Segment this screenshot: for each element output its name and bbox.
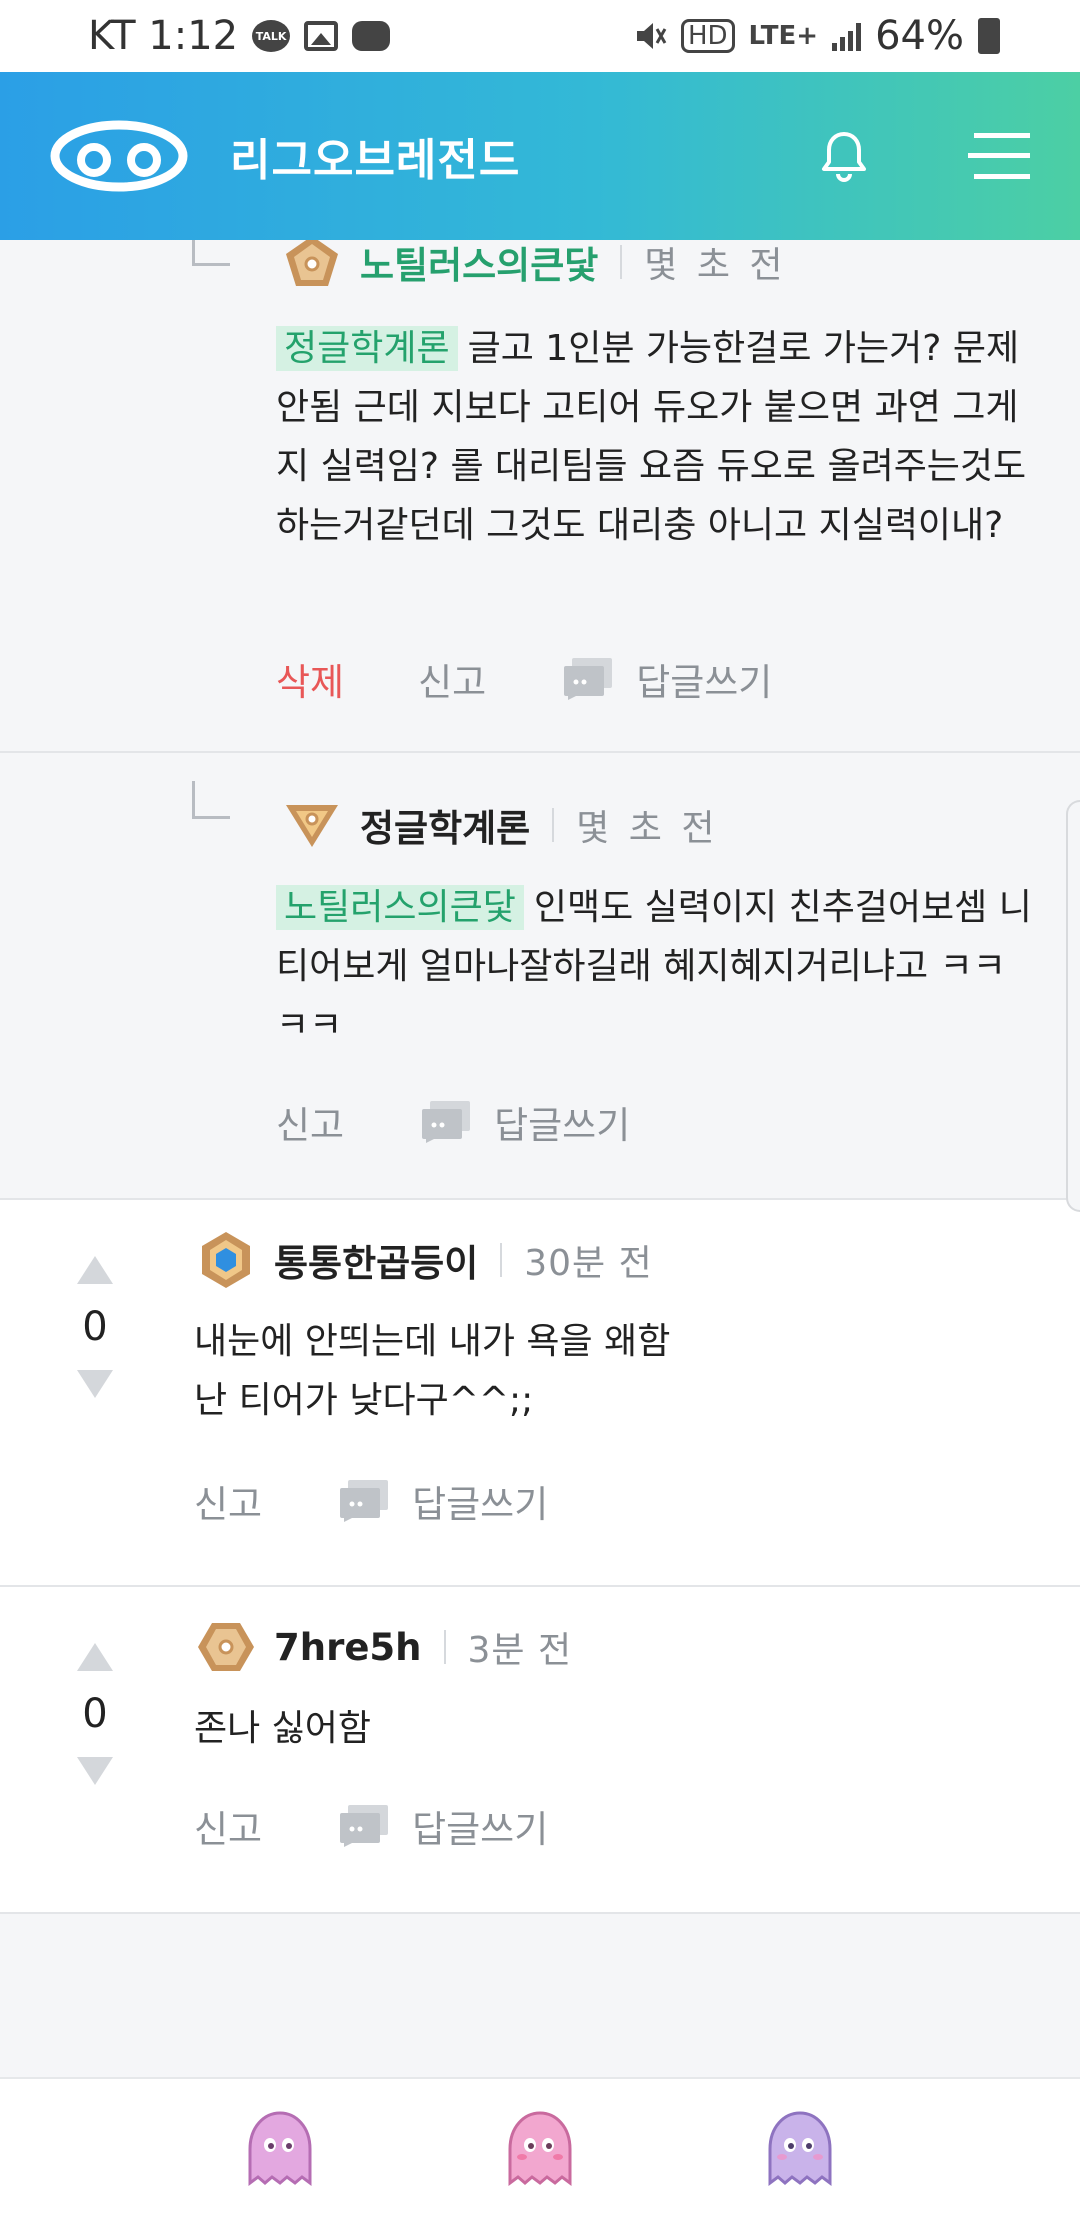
ghost-icon — [248, 2110, 312, 2186]
lte-icon: LTE+ — [748, 21, 819, 51]
comment-time: 몇 초 전 — [576, 808, 719, 849]
divider — [443, 1630, 446, 1664]
bottom-navigation — [0, 2077, 1080, 2220]
write-reply-label: 답글쓰기 — [494, 1104, 631, 1147]
bell-icon — [822, 132, 866, 182]
battery-percent: 64% — [875, 13, 964, 59]
upvote-button[interactable] — [77, 1256, 113, 1284]
write-reply-label: 답글쓰기 — [636, 661, 773, 704]
vote-count: 0 — [82, 1691, 108, 1737]
reply-item: 노틸러스의큰닻 몇 초 전 정글학계론 글고 1인분 가능한걸로 가는거? 문제안… — [0, 240, 1080, 753]
upvote-button[interactable] — [77, 1643, 113, 1671]
downvote-button[interactable] — [77, 1757, 113, 1785]
reply-bubble-icon — [564, 658, 613, 700]
comment-author[interactable]: 노틸러스의큰닻 — [360, 240, 598, 289]
battery-icon — [978, 18, 1000, 54]
vote-count: 0 — [82, 1304, 108, 1350]
carrier-time: KT 1:12 — [88, 13, 239, 59]
comment-body: 정글학계론 글고 1인분 가능한걸로 가는거? 문제안됨 근데 지보다 고티어 듀… — [276, 319, 1046, 555]
game-notification-icon — [352, 21, 391, 51]
report-button[interactable]: 신고 — [418, 652, 486, 706]
divider — [620, 245, 623, 279]
mention-tag[interactable]: 노틸러스의큰닻 — [276, 885, 524, 930]
comment-author[interactable]: 통통한곱등이 — [274, 1233, 478, 1287]
comment-item: 0 7hre5h 3분 전 존나 싫어함 신고 답글쓰기 — [0, 1587, 1080, 1914]
comment-author[interactable]: 정글학계론 — [360, 798, 530, 852]
comment-time: 몇 초 전 — [644, 245, 787, 286]
tier-badge-icon — [286, 240, 338, 286]
write-reply-button[interactable]: 답글쓰기 — [422, 1095, 630, 1149]
comment-author[interactable]: 7hre5h — [274, 1626, 422, 1669]
write-reply-button[interactable]: 답글쓰기 — [340, 1474, 548, 1528]
app-header: 리그오브레전드 — [0, 72, 1080, 240]
comment-list: 노틸러스의큰닻 몇 초 전 정글학계론 글고 1인분 가능한걸로 가는거? 문제안… — [0, 240, 1080, 2077]
divider — [552, 808, 555, 842]
status-bar: KT 1:12 TALK HD LTE+ 64% — [0, 0, 1080, 72]
reply-indicator — [192, 240, 230, 266]
comment-text-line: 내눈에 안띄는데 내가 욕을 왜함 — [194, 1321, 671, 1362]
reply-item: 정글학계론 몇 초 전 노틸러스의큰닻 인맥도 실력이지 친추걸어보셈 니티어보게… — [0, 753, 1080, 1200]
ghost-icon — [768, 2110, 832, 2186]
vote-widget: 0 — [70, 1256, 120, 1398]
reply-indicator — [192, 781, 230, 819]
scroll-handle[interactable] — [1066, 800, 1080, 1212]
nav-ghost-button-2[interactable] — [504, 2109, 576, 2191]
comment-item: 0 통통한곱등이 30분 전 내눈에 안띄는데 내가 욕을 왜함 난 티어가 낮… — [0, 1200, 1080, 1587]
report-button[interactable]: 신고 — [276, 1095, 344, 1149]
tier-badge-icon — [202, 1232, 250, 1288]
mention-tag[interactable]: 정글학계론 — [276, 326, 458, 371]
reply-bubble-icon — [422, 1101, 471, 1143]
menu-button[interactable] — [968, 129, 1030, 183]
comment-time: 3분 전 — [467, 1630, 573, 1671]
ghost-icon — [508, 2110, 572, 2186]
write-reply-label: 답글쓰기 — [412, 1483, 549, 1526]
write-reply-button[interactable]: 답글쓰기 — [564, 652, 772, 706]
write-reply-label: 답글쓰기 — [412, 1808, 549, 1851]
reply-bubble-icon — [340, 1805, 389, 1847]
logo-icon — [50, 120, 188, 192]
tier-badge-icon — [286, 805, 338, 847]
report-button[interactable]: 신고 — [194, 1799, 262, 1853]
comment-text-line: 존나 싫어함 — [194, 1708, 372, 1749]
tier-badge-icon — [198, 1623, 254, 1671]
comment-body: 존나 싫어함 — [194, 1699, 994, 1758]
nav-ghost-button-3[interactable] — [764, 2109, 836, 2191]
menu-icon — [968, 133, 1030, 179]
comment-body: 내눈에 안띄는데 내가 욕을 왜함 난 티어가 낮다구^^;; — [194, 1312, 994, 1430]
write-reply-button[interactable]: 답글쓰기 — [340, 1799, 548, 1853]
report-button[interactable]: 신고 — [194, 1474, 262, 1528]
downvote-button[interactable] — [77, 1370, 113, 1398]
comment-time: 30분 전 — [524, 1243, 653, 1284]
hd-voice-icon: HD — [680, 19, 735, 53]
delete-button[interactable]: 삭제 — [276, 652, 344, 706]
divider — [500, 1243, 503, 1277]
opgg-logo[interactable] — [50, 120, 188, 192]
page-title[interactable]: 리그오브레전드 — [230, 124, 520, 188]
image-notification-icon — [304, 21, 339, 51]
signal-icon — [832, 21, 862, 51]
mute-icon — [636, 23, 667, 49]
notification-button[interactable] — [820, 130, 868, 182]
reply-bubble-icon — [340, 1480, 389, 1522]
nav-ghost-button-1[interactable] — [244, 2109, 316, 2191]
comment-body: 노틸러스의큰닻 인맥도 실력이지 친추걸어보셈 니티어보게 얼마나잘하길래 혜지혜… — [276, 878, 1036, 1055]
comment-text-line: 난 티어가 낮다구^^;; — [194, 1380, 534, 1421]
talk-notification-icon: TALK — [252, 20, 291, 52]
vote-widget: 0 — [70, 1643, 120, 1785]
